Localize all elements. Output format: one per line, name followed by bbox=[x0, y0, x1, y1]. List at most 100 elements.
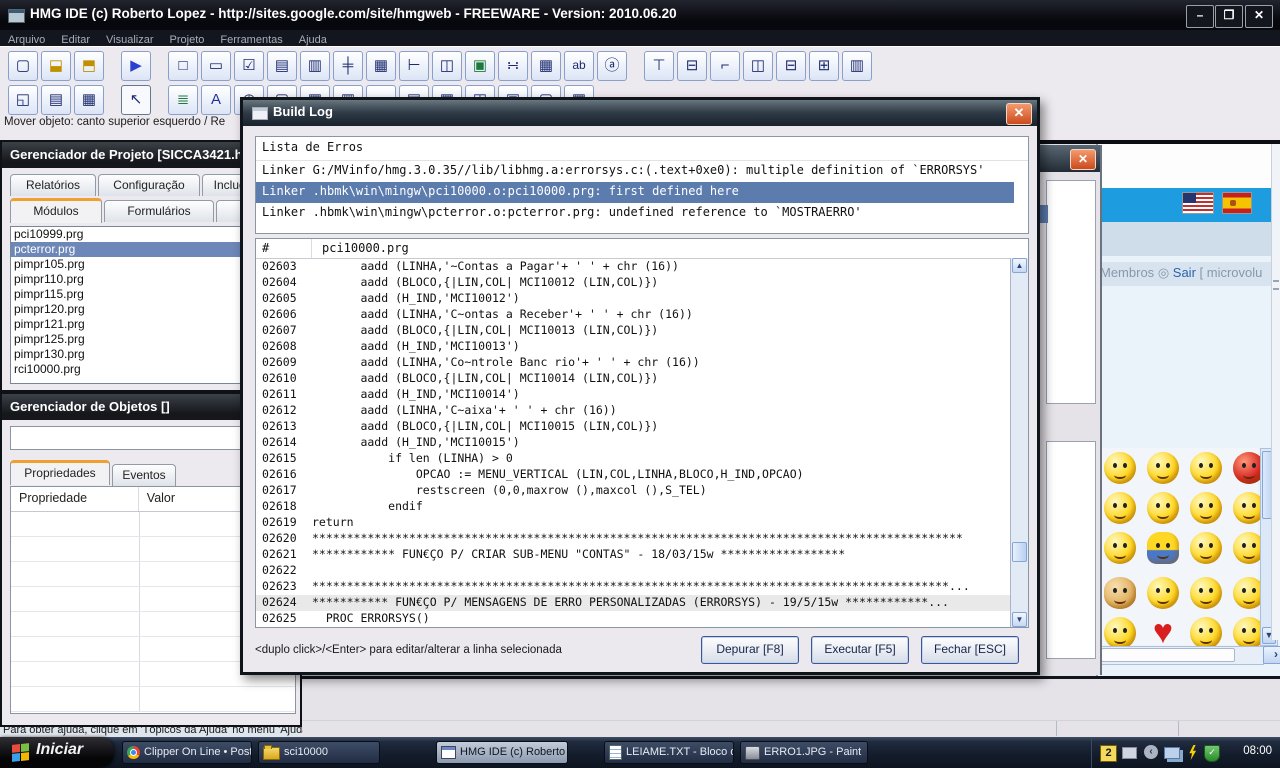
emoticon-food[interactable] bbox=[1104, 577, 1136, 609]
listbox-control-icon[interactable]: ▥ bbox=[300, 51, 330, 81]
save-project-icon[interactable]: ⬒ bbox=[74, 51, 104, 81]
power-tray-icon[interactable] bbox=[1188, 745, 1197, 760]
menu-item-arquivo[interactable]: Arquivo bbox=[0, 33, 53, 46]
editbox-control-icon[interactable]: ▤ bbox=[267, 51, 297, 81]
menu-item-visualizar[interactable]: Visualizar bbox=[98, 33, 162, 46]
taskbar-item[interactable]: LEIAME.TXT - Bloco d... bbox=[604, 741, 734, 764]
new-file-icon[interactable]: ▢ bbox=[8, 51, 38, 81]
code-row[interactable]: 02605 aadd (H_IND,'MCI10012') bbox=[256, 291, 1028, 307]
close-button[interactable]: ✕ bbox=[1245, 5, 1273, 28]
emoticon-grin[interactable] bbox=[1190, 492, 1222, 524]
emoticon-boy[interactable] bbox=[1147, 532, 1179, 564]
panel-control-icon[interactable]: ◫ bbox=[432, 51, 462, 81]
emoticon-heart[interactable]: ♥ bbox=[1147, 617, 1179, 649]
center-horizontal-icon[interactable]: ◫ bbox=[743, 51, 773, 81]
menu-item-projeto[interactable]: Projeto bbox=[162, 33, 213, 46]
restore-window-tray-icon[interactable] bbox=[1122, 747, 1137, 759]
code-row[interactable]: 02616 OPCAO := MENU_VERTICAL (LIN,COL,LI… bbox=[256, 467, 1028, 483]
align-bottom-icon[interactable]: ⌐ bbox=[710, 51, 740, 81]
align-left-icon[interactable]: ⊤ bbox=[644, 51, 674, 81]
dialog-close-button[interactable]: ✕ bbox=[1006, 103, 1032, 125]
emoticon-shy[interactable] bbox=[1104, 452, 1136, 484]
menu-item-editar[interactable]: Editar bbox=[53, 33, 98, 46]
emoticon-chick-heart[interactable] bbox=[1104, 617, 1136, 649]
slider-control-icon[interactable]: ∺ bbox=[498, 51, 528, 81]
us-flag-icon[interactable] bbox=[1182, 192, 1214, 214]
calendar-control-icon[interactable]: ▦ bbox=[531, 51, 561, 81]
tab-configuração[interactable]: Configuração bbox=[98, 174, 200, 196]
checkbox-control-icon[interactable]: ☑ bbox=[234, 51, 264, 81]
tab-formulários[interactable]: Formulários bbox=[104, 200, 214, 222]
taskbar-item[interactable]: sci10000 bbox=[258, 741, 380, 764]
network-tray-icon[interactable] bbox=[1164, 747, 1180, 759]
scrollbar-thumb[interactable] bbox=[1101, 648, 1235, 662]
code-row[interactable]: 02603 aadd (LINHA,'~Contas a Pagar'+ ' '… bbox=[256, 259, 1028, 275]
code-row[interactable]: 02607 aadd (BLOCO,{|LIN,COL| MCI10013 (L… bbox=[256, 323, 1028, 339]
menu-item-ajuda[interactable]: Ajuda bbox=[291, 33, 335, 46]
code-row[interactable]: 02610 aadd (BLOCO,{|LIN,COL| MCI10014 (L… bbox=[256, 371, 1028, 387]
code-grid[interactable]: # pci10000.prg 02603 aadd (LINHA,'~Conta… bbox=[255, 238, 1029, 628]
taskbar-item[interactable]: ERRO1.JPG - Paint bbox=[740, 741, 868, 764]
taskbar-item[interactable]: Clipper On Line • Post... bbox=[122, 741, 252, 764]
source-editor-icon[interactable]: ▤ bbox=[41, 85, 71, 115]
depurar-button[interactable]: Depurar [F8] bbox=[701, 636, 799, 664]
code-row[interactable]: 02622 bbox=[256, 563, 1028, 579]
grid-control-icon[interactable]: ▦ bbox=[366, 51, 396, 81]
library-books-icon[interactable]: ≣ bbox=[168, 85, 198, 115]
code-row[interactable]: 02604 aadd (BLOCO,{|LIN,COL| MCI10012 (L… bbox=[256, 275, 1028, 291]
close-icon[interactable]: ✕ bbox=[1070, 149, 1096, 170]
richedit-control-icon[interactable]: ⓐ bbox=[597, 51, 627, 81]
security-shield-tray-icon[interactable]: ✓ bbox=[1204, 745, 1220, 762]
code-row[interactable]: 02620***********************************… bbox=[256, 531, 1028, 547]
emoticon-shocked[interactable] bbox=[1190, 452, 1222, 484]
emoticon-clock[interactable] bbox=[1104, 532, 1136, 564]
code-row[interactable]: 02608 aadd (H_IND,'MCI10013') bbox=[256, 339, 1028, 355]
code-row[interactable]: 02625 PROC ERRORSYS() bbox=[256, 611, 1028, 627]
error-row[interactable]: Linker G:/MVinfo/hmg.3.0.35//lib/libhmg.… bbox=[256, 161, 1028, 182]
grid-toggle-icon[interactable]: ▥ bbox=[842, 51, 872, 81]
sair-link[interactable]: Sair bbox=[1173, 265, 1196, 280]
emoticon-scared[interactable] bbox=[1147, 492, 1179, 524]
code-row[interactable]: 02623***********************************… bbox=[256, 579, 1028, 595]
emoticon-horizontal-scrollbar[interactable]: › bbox=[1098, 646, 1264, 665]
frame-control-icon[interactable]: ▭ bbox=[201, 51, 231, 81]
taskbar-item[interactable]: HMG IDE (c) Roberto ... bbox=[436, 741, 568, 764]
textbox-control-icon[interactable]: ab bbox=[564, 51, 594, 81]
run-icon[interactable]: ▶ bbox=[121, 51, 151, 81]
maximize-button[interactable]: ❐ bbox=[1215, 5, 1243, 28]
select-pointer-icon[interactable]: ↖ bbox=[121, 85, 151, 115]
label-control-icon[interactable]: □ bbox=[168, 51, 198, 81]
help-tray-icon[interactable]: 2 bbox=[1100, 745, 1117, 762]
executar-button[interactable]: Executar [F5] bbox=[811, 636, 909, 664]
emoticon-surprised[interactable] bbox=[1147, 452, 1179, 484]
error-list[interactable]: Lista de Erros Linker G:/MVinfo/hmg.3.0.… bbox=[255, 136, 1029, 234]
code-row[interactable]: 02618 endif bbox=[256, 499, 1028, 515]
code-row[interactable]: 02609 aadd (LINHA,'Co~ntrole Banc rio'+ … bbox=[256, 355, 1028, 371]
open-project-icon[interactable]: ⬓ bbox=[41, 51, 71, 81]
code-row[interactable]: 02613 aadd (BLOCO,{|LIN,COL| MCI10015 (L… bbox=[256, 419, 1028, 435]
scroll-up-arrow-icon[interactable]: ▲ bbox=[1012, 258, 1027, 273]
scrollbar-grip[interactable] bbox=[1273, 280, 1279, 290]
window-new-icon[interactable]: ◱ bbox=[8, 85, 38, 115]
code-row[interactable]: 02611 aadd (H_IND,'MCI10014') bbox=[256, 387, 1028, 403]
error-row[interactable]: Linker .hbmk\win\mingw\pci10000.o:pci100… bbox=[256, 182, 1014, 203]
align-center-icon[interactable]: ⊟ bbox=[677, 51, 707, 81]
image-control-icon[interactable]: ▣ bbox=[465, 51, 495, 81]
scroll-down-arrow-icon[interactable]: ▼ bbox=[1012, 612, 1027, 627]
code-scrollbar[interactable]: ▲ ▼ bbox=[1010, 258, 1028, 627]
code-row[interactable]: 02614 aadd (H_IND,'MCI10015') bbox=[256, 435, 1028, 451]
tab-eventos[interactable]: Eventos bbox=[112, 464, 176, 486]
tab-propriedades[interactable]: Propriedades bbox=[10, 460, 110, 485]
fechar-button[interactable]: Fechar [ESC] bbox=[921, 636, 1019, 664]
code-row[interactable]: 02615 if len (LINHA) > 0 bbox=[256, 451, 1028, 467]
emoticon-smoke[interactable] bbox=[1147, 577, 1179, 609]
code-row[interactable]: 02606 aadd (LINHA,'C~ontas a Receber'+ '… bbox=[256, 307, 1028, 323]
spain-flag-icon[interactable] bbox=[1222, 192, 1252, 214]
data-grid-icon[interactable]: ▦ bbox=[74, 85, 104, 115]
minimize-button[interactable]: – bbox=[1186, 5, 1214, 28]
splitter-control-icon[interactable]: ╪ bbox=[333, 51, 363, 81]
center-vertical-icon[interactable]: ⊟ bbox=[776, 51, 806, 81]
tab-módulos[interactable]: Módulos bbox=[10, 198, 102, 223]
start-button[interactable]: Iniciar bbox=[0, 737, 114, 768]
scrollbar-thumb[interactable] bbox=[1012, 542, 1027, 562]
